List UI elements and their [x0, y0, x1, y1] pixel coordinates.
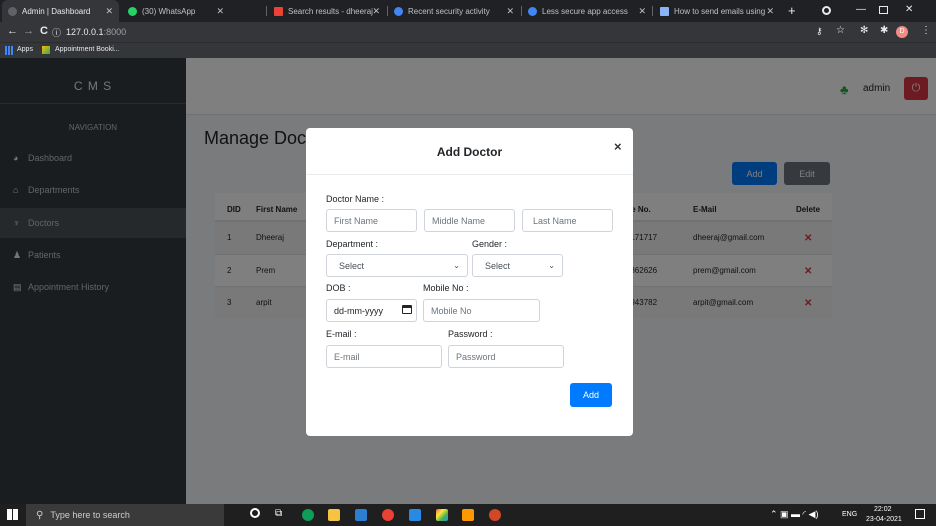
edge-icon[interactable]: [302, 509, 314, 521]
minimize-icon[interactable]: —: [856, 4, 866, 15]
cortana-icon[interactable]: [250, 508, 260, 518]
close-tab-icon[interactable]: ✕: [372, 6, 380, 17]
back-icon[interactable]: ←: [7, 25, 18, 37]
tab-send-emails[interactable]: How to send emails using P ✕: [654, 0, 780, 22]
browser-tab-strip: Admin | Dashboard ✕ (30) WhatsApp ✕ Sear…: [0, 0, 936, 22]
bookmark-appointment[interactable]: Appointment Booki...: [55, 46, 120, 53]
info-icon: ⓘ: [52, 27, 62, 38]
avatar[interactable]: D: [896, 26, 908, 38]
google-icon: [528, 6, 537, 16]
tab-less-secure[interactable]: Less secure app access ✕: [522, 0, 652, 22]
gmail-icon: [274, 6, 283, 16]
windows-start-icon[interactable]: [7, 509, 18, 520]
department-select[interactable]: Select ⌄: [326, 254, 468, 277]
close-tab-icon[interactable]: ✕: [216, 6, 224, 17]
tab-gmail-search[interactable]: Search results - dheerajpoo ✕: [268, 0, 386, 22]
profile-icon[interactable]: [822, 6, 831, 15]
window-close-icon[interactable]: ✕: [905, 4, 913, 15]
forward-icon[interactable]: →: [23, 25, 34, 37]
gender-label: Gender :: [472, 239, 508, 249]
tab-whatsapp[interactable]: (30) WhatsApp ✕: [122, 0, 230, 22]
last-name-field[interactable]: Last Name: [522, 209, 613, 232]
close-tab-icon[interactable]: ✕: [105, 6, 113, 17]
dob-field[interactable]: dd-mm-yyyy: [326, 299, 417, 322]
windows-taskbar: ⚲ Type here to search ⧉ ⌃ ▣ ▬ ◜ ◀) ENG 2…: [0, 504, 936, 526]
email-field[interactable]: E-mail: [326, 345, 442, 368]
add-doctor-modal: Add Doctor × Doctor Name : First Name Mi…: [306, 128, 633, 436]
system-tray-icons[interactable]: ⌃ ▣ ▬ ◜ ◀): [770, 509, 818, 520]
chevron-down-icon: ⌄: [548, 261, 555, 270]
bookmark-apps[interactable]: Apps: [17, 46, 33, 53]
google-icon: [394, 6, 403, 16]
close-icon[interactable]: ×: [614, 139, 622, 154]
doctor-name-label: Doctor Name :: [326, 194, 385, 204]
department-label: Department :: [326, 239, 379, 249]
first-name-field[interactable]: First Name: [326, 209, 417, 232]
reload-icon[interactable]: C: [40, 25, 48, 37]
file-explorer-icon[interactable]: [328, 509, 340, 521]
clock-time[interactable]: 22:02: [874, 506, 892, 513]
password-field[interactable]: Password: [448, 345, 564, 368]
calendar-icon[interactable]: [402, 305, 412, 314]
url-bar[interactable]: ⓘ 127.0.0.1:8000: [52, 24, 802, 40]
mobile-field[interactable]: Mobile No: [423, 299, 540, 322]
vscode-icon[interactable]: [409, 509, 421, 521]
submit-add-button[interactable]: Add: [570, 383, 612, 407]
mobile-label: Mobile No :: [423, 283, 469, 293]
close-tab-icon[interactable]: ✕: [638, 6, 646, 17]
extension-icon[interactable]: ✻: [860, 25, 868, 36]
chrome-icon[interactable]: [382, 509, 394, 521]
restore-icon[interactable]: [879, 6, 888, 14]
bookmark-icon: [42, 46, 50, 54]
bookmarks-bar: Apps Appointment Booki...: [0, 42, 936, 58]
close-tab-icon[interactable]: ✕: [766, 6, 774, 17]
search-icon: ⚲: [36, 509, 44, 521]
store-icon[interactable]: [355, 509, 367, 521]
notifications-icon[interactable]: [915, 509, 925, 519]
key-icon[interactable]: ⚷: [816, 26, 823, 37]
task-view-icon[interactable]: ⧉: [275, 508, 282, 519]
chevron-down-icon: ⌄: [453, 261, 460, 270]
sublime-icon[interactable]: [462, 509, 474, 521]
star-icon[interactable]: ☆: [836, 25, 845, 36]
globe-icon: [8, 6, 17, 16]
language-indicator[interactable]: ENG: [842, 511, 857, 518]
app-icon[interactable]: [436, 509, 448, 521]
email-label: E-mail :: [326, 329, 357, 339]
close-tab-icon[interactable]: ✕: [506, 6, 514, 17]
middle-name-field[interactable]: Middle Name: [424, 209, 515, 232]
dob-label: DOB :: [326, 283, 351, 293]
address-toolbar: ← → C ⓘ 127.0.0.1:8000 ⚷ ☆ ✻ ✱ D ⋮: [0, 22, 936, 42]
powerpoint-icon[interactable]: [489, 509, 501, 521]
apps-grid-icon: [5, 46, 14, 55]
puzzle-icon[interactable]: ✱: [880, 25, 888, 36]
tab-security-activity[interactable]: Recent security activity ✕: [388, 0, 520, 22]
gender-select[interactable]: Select ⌄: [472, 254, 563, 277]
new-tab-icon[interactable]: +: [788, 3, 796, 18]
whatsapp-icon: [128, 6, 137, 16]
taskbar-search[interactable]: ⚲ Type here to search: [26, 504, 224, 526]
tab-admin-dashboard[interactable]: Admin | Dashboard ✕: [2, 0, 119, 22]
menu-icon[interactable]: ⋮: [921, 25, 931, 36]
clock-date[interactable]: 23-04-2021: [866, 516, 902, 523]
page-icon: [660, 6, 669, 16]
password-label: Password :: [448, 329, 493, 339]
modal-title: Add Doctor: [436, 145, 503, 159]
